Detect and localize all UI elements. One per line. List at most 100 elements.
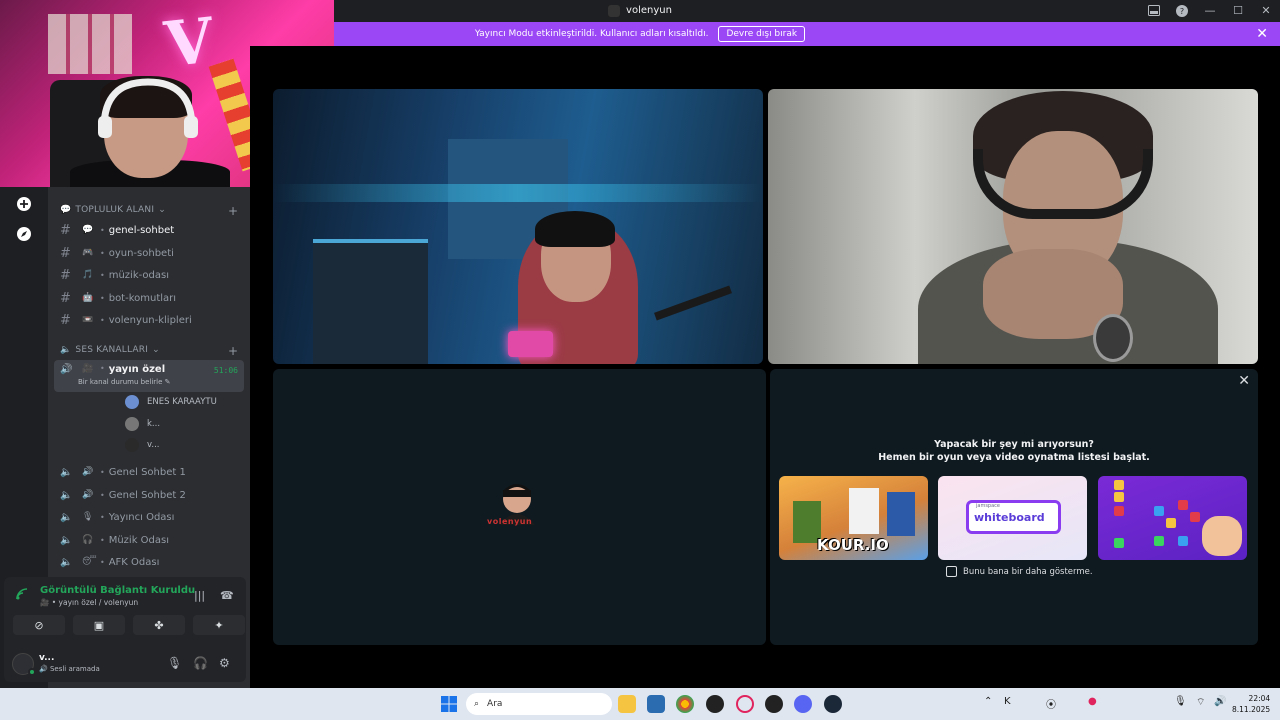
headphones-icon[interactable]: 🎧	[193, 656, 208, 670]
hand-pointer	[1202, 516, 1242, 556]
channel-bot-komutlari[interactable]: # 🤖 • bot-komutları	[54, 288, 244, 308]
signal-icon[interactable]	[16, 588, 30, 600]
soundboard-button[interactable]: ✦	[193, 615, 245, 635]
chrome-icon[interactable]	[676, 695, 694, 713]
tray-volume-icon[interactable]: 🔊	[1214, 696, 1226, 707]
activities-button[interactable]: ✤	[133, 615, 185, 635]
close-window-button[interactable]: ✕	[1252, 0, 1280, 21]
add-voice-channel-icon[interactable]: +	[228, 344, 238, 358]
dont-show-again-checkbox[interactable]: Bunu bana bir daha gösterme.	[946, 566, 1093, 577]
noise-suppression-icon[interactable]: |||	[194, 589, 205, 602]
close-notice-icon[interactable]: ✕	[1256, 26, 1268, 42]
obs-studio-icon[interactable]	[765, 695, 783, 713]
tray-wifi-icon[interactable]: ⌔	[1196, 696, 1205, 709]
voice-channel-genel-sohbet-2[interactable]: 🔈 🔊 • Genel Sohbet 2	[54, 485, 244, 505]
channel-oyun-sohbeti[interactable]: # 🎮 • oyun-sohbeti	[54, 243, 244, 263]
settings-gear-icon[interactable]: ⚙	[219, 656, 230, 670]
voice-user-name: ENES KARAAYTU	[147, 397, 217, 407]
connected-channel[interactable]: 🎥 • yayın özel / volenyun	[40, 598, 138, 607]
online-status-icon	[28, 668, 36, 676]
screen-share-button[interactable]: ▣	[73, 615, 125, 635]
hash-icon: #	[60, 290, 71, 306]
activity-block-puzzle[interactable]	[1098, 476, 1247, 560]
speaker-emoji: 🔊	[82, 467, 94, 477]
taskbar-clock[interactable]: 22:04 8.11.2025	[1232, 693, 1270, 715]
video-tile-3[interactable]: volenyun	[273, 369, 766, 645]
inbox-icon[interactable]	[1140, 0, 1168, 21]
channel-emoji: 🤖	[82, 293, 94, 303]
video-tile-1[interactable]	[273, 89, 763, 364]
puzzle-block	[1154, 536, 1164, 546]
tray-record-icon[interactable]: ●	[1088, 696, 1097, 707]
channel-label: Müzik Odası	[108, 534, 170, 546]
voice-channel-yayin-ozel[interactable]: 🔊 🎥 • yayın özel 51:06 Bir kanal durumu …	[54, 360, 244, 392]
speaker-icon: 🔈	[60, 345, 72, 355]
microphone-icon[interactable]: 🎙	[167, 656, 182, 670]
user-name[interactable]: v...	[39, 653, 54, 663]
voice-channel-afk-odasi[interactable]: 🔈 😴 • AFK Odası	[54, 552, 244, 572]
game-title: whiteboard	[974, 511, 1045, 524]
tray-app-icon[interactable]: K	[1004, 696, 1011, 707]
speaker-emoji: 🔊	[82, 490, 94, 500]
voice-channel-muzik-odasi[interactable]: 🔈 🎧 • Müzik Odası	[54, 530, 244, 550]
windows-start-icon[interactable]	[441, 696, 457, 712]
wristwatch	[1093, 314, 1133, 362]
disable-streamer-mode-button[interactable]: Devre dışı bırak	[718, 26, 806, 42]
add-server-icon[interactable]	[14, 194, 34, 214]
neon-v-sign: V	[161, 3, 217, 82]
discord-icon[interactable]	[794, 695, 812, 713]
tray-network-icon[interactable]: ⦿	[1046, 696, 1056, 711]
category-label: TOPLULUK ALANI	[75, 205, 155, 215]
add-channel-icon[interactable]: +	[228, 204, 238, 218]
svg-text:?: ?	[1180, 7, 1184, 16]
help-icon[interactable]: ?	[1168, 0, 1196, 21]
separator-dot: •	[100, 535, 105, 545]
game-character	[887, 492, 915, 536]
server-avatar-icon	[608, 4, 621, 17]
file-explorer-icon[interactable]	[618, 695, 636, 713]
disconnect-icon[interactable]: ☎	[220, 589, 234, 602]
category-label: SES KANALLARI	[75, 345, 149, 355]
voice-channel-yayinci-odasi[interactable]: 🔈 🎙 • Yayıncı Odası	[54, 507, 244, 527]
voice-user-name: k...	[147, 419, 161, 429]
channel-muzik-odasi[interactable]: # 🎵 • müzik-odası	[54, 265, 244, 285]
set-channel-status[interactable]: Bir kanal durumu belirle ✎	[78, 378, 171, 386]
tray-microphone-icon[interactable]: 🎙	[1174, 696, 1187, 707]
separator-dot: •	[100, 270, 105, 280]
steam-icon[interactable]	[824, 695, 842, 713]
voice-channel-genel-sohbet-1[interactable]: 🔈 🔊 • Genel Sohbet 1	[54, 462, 244, 482]
wall-posters	[48, 14, 132, 74]
channel-label: genel-sohbet	[108, 224, 175, 236]
separator-dot: •	[100, 557, 105, 567]
category-topluluk[interactable]: 💬 TOPLULUK ALANI ⌄	[60, 205, 166, 215]
tray-chevron-icon[interactable]: ⌃	[984, 696, 992, 707]
window-title-text: volenyun	[626, 5, 672, 16]
mic-arm	[654, 285, 732, 321]
video-tile-2[interactable]	[768, 89, 1258, 364]
obs-icon[interactable]	[706, 695, 724, 713]
activity-whiteboard[interactable]: jamspace whiteboard	[938, 476, 1087, 560]
minimize-button[interactable]: —	[1196, 0, 1224, 21]
speaker-icon: 🔈	[60, 556, 73, 568]
checkbox-box[interactable]	[946, 566, 957, 577]
taskbar-search[interactable]: ⌕ Ara	[466, 693, 612, 715]
video-stage: volenyun ✕ Yapacak bir şey mi arıyorsun?…	[250, 46, 1280, 688]
category-ses-kanallari[interactable]: 🔈 SES KANALLARI ⌄	[60, 345, 160, 355]
puzzle-block	[1178, 500, 1188, 510]
camera-off-button[interactable]: ⊘	[13, 615, 65, 635]
store-icon[interactable]	[647, 695, 665, 713]
close-activity-icon[interactable]: ✕	[1238, 373, 1250, 389]
speaker-icon: 🔈	[60, 511, 73, 523]
opera-icon[interactable]	[736, 695, 754, 713]
chevron-down-icon: ⌄	[152, 345, 160, 355]
activity-kour-io[interactable]: KOUR.IO	[779, 476, 928, 560]
maximize-button[interactable]: ☐	[1224, 0, 1252, 21]
logo-text: volenyun	[487, 517, 533, 526]
channel-label: AFK Odası	[108, 556, 160, 568]
pencil-icon: ✎	[164, 378, 171, 386]
channel-volenyun-klipleri[interactable]: # 📼 • volenyun-klipleri	[54, 310, 244, 330]
checkbox-label: Bunu bana bir daha gösterme.	[963, 566, 1093, 577]
channel-emoji: 🎮	[82, 248, 94, 258]
discover-icon[interactable]	[14, 224, 34, 244]
channel-genel-sohbet[interactable]: # 💬 • genel-sohbet	[54, 220, 244, 240]
